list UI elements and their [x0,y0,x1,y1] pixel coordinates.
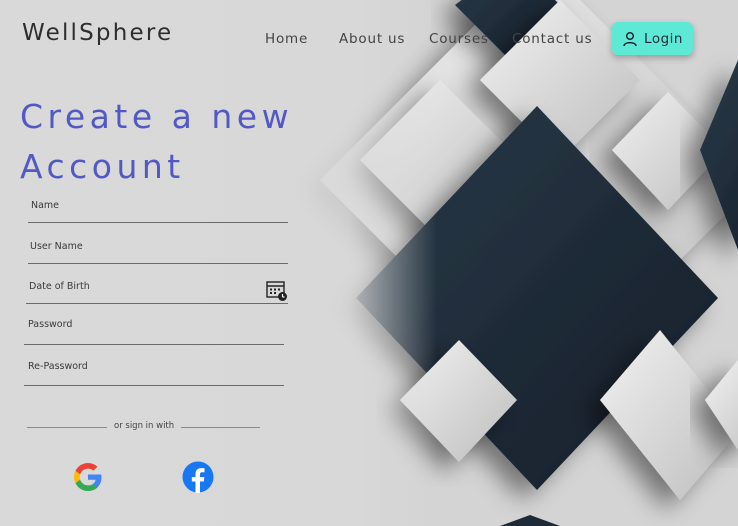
repassword-label: Re-Password [28,361,88,372]
title-line-2: Account [20,147,185,186]
nav-about-us[interactable]: About us [339,31,405,47]
password-field[interactable] [24,330,286,344]
sign-in-with-text: or sign in with [114,421,175,431]
divider-left [27,427,107,428]
login-label: Login [644,30,683,47]
page-title: Create a new Account [20,92,293,192]
user-icon [623,31,637,46]
divider-right [181,427,260,428]
username-underline [28,263,288,264]
title-line-1: Create a new [20,97,294,136]
repassword-underline [24,385,284,386]
google-icon[interactable] [72,461,104,493]
repassword-field[interactable] [24,372,286,386]
nav-home[interactable]: Home [265,31,308,47]
login-button[interactable]: Login [612,22,693,55]
dob-underline [26,303,288,304]
calendar-icon[interactable] [266,280,288,302]
nav-contact-us[interactable]: Contact us [512,31,592,47]
brand-logo[interactable]: WellSphere [22,20,173,46]
password-label: Password [28,319,73,330]
nav-courses[interactable]: Courses [429,31,489,47]
name-underline [28,222,288,223]
facebook-icon[interactable] [182,461,214,493]
password-underline [24,344,284,345]
